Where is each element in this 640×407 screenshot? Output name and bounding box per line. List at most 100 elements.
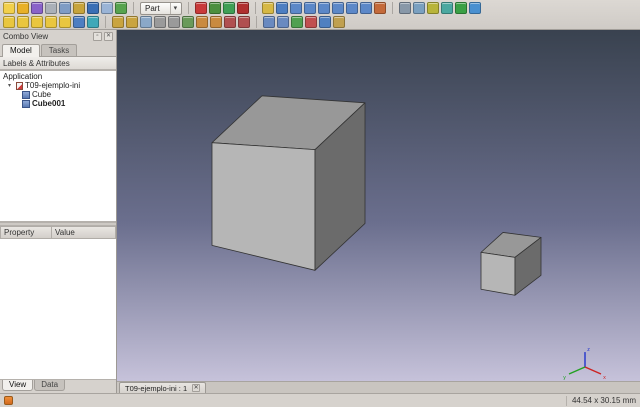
- document-icon: [16, 81, 23, 90]
- part-box-icon[interactable]: [3, 16, 15, 28]
- part-cone-icon[interactable]: [45, 16, 57, 28]
- scene-inspector-icon[interactable]: [441, 2, 454, 14]
- texture-icon[interactable]: [427, 2, 440, 14]
- copy-icon[interactable]: [59, 2, 71, 14]
- status-indicator-icon[interactable]: [4, 396, 13, 405]
- right-view-icon[interactable]: [318, 2, 331, 14]
- tree-column-header[interactable]: Labels & Attributes: [0, 57, 116, 70]
- document-area: x y z T09-ejemplo-ini : 1 ✕: [117, 30, 640, 393]
- toolbar-separator: [255, 2, 257, 14]
- measure-distance-icon[interactable]: [374, 2, 387, 14]
- cube-icon: [22, 99, 30, 108]
- toolbar-separator: [133, 2, 134, 14]
- dependency-graph-icon[interactable]: [455, 2, 468, 14]
- part-intersection-icon[interactable]: [333, 16, 345, 28]
- property-table-header: Property Value: [0, 226, 116, 239]
- part-revolve-icon[interactable]: [126, 16, 138, 28]
- part-offset-icon[interactable]: [263, 16, 275, 28]
- property-column-header[interactable]: Property: [0, 226, 52, 239]
- close-panel-icon[interactable]: ✕: [104, 32, 113, 41]
- expander-icon[interactable]: ▾: [8, 82, 14, 89]
- combo-view-tabs: Model Tasks: [0, 43, 116, 57]
- workbench-selector[interactable]: Part ▾: [140, 1, 183, 15]
- draw-style-icon[interactable]: [399, 2, 412, 14]
- part-cross-sections-icon[interactable]: [238, 16, 250, 28]
- part-section-icon[interactable]: [224, 16, 236, 28]
- workbench-selector-value: Part: [145, 3, 160, 13]
- macro-stop-icon[interactable]: [237, 2, 250, 14]
- paste-icon[interactable]: [73, 2, 85, 14]
- viewport-dimensions: 44.54 x 30.15 mm: [571, 396, 636, 405]
- axonometric-view-icon[interactable]: [276, 2, 289, 14]
- macro-toolbar: [195, 2, 250, 14]
- part-chamfer-icon[interactable]: [168, 16, 180, 28]
- part-sweep-icon[interactable]: [210, 16, 222, 28]
- value-column-header[interactable]: Value: [52, 226, 116, 239]
- left-view-icon[interactable]: [360, 2, 373, 14]
- save-icon[interactable]: [31, 2, 43, 14]
- part-tools-toolbar: [112, 16, 250, 28]
- new-document-icon[interactable]: [3, 2, 15, 14]
- part-shapebuilder-icon[interactable]: [87, 16, 99, 28]
- tab-view[interactable]: View: [2, 380, 34, 391]
- cube-large[interactable]: [211, 95, 366, 271]
- boolean-toolbar: [263, 16, 345, 28]
- document-tab[interactable]: T09-ejemplo-ini : 1 ✕: [119, 382, 207, 393]
- toolbar-separator: [256, 16, 257, 28]
- toolbar-row-2: [3, 15, 637, 29]
- tab-model[interactable]: Model: [2, 44, 40, 57]
- tree-item-application[interactable]: Application: [0, 72, 116, 81]
- cube-small-front-face[interactable]: [480, 251, 516, 296]
- float-panel-icon[interactable]: ▫: [93, 32, 102, 41]
- chevron-down-icon: ▾: [169, 2, 177, 14]
- tab-tasks[interactable]: Tasks: [40, 44, 78, 56]
- main-area: Combo View ▫ ✕ Model Tasks Labels & Attr…: [0, 30, 640, 393]
- front-view-icon[interactable]: [290, 2, 303, 14]
- top-view-icon[interactable]: [304, 2, 317, 14]
- undo-icon[interactable]: [87, 2, 99, 14]
- tree-item-document[interactable]: ▾ T09-ejemplo-ini: [0, 81, 116, 90]
- close-icon[interactable]: ✕: [192, 384, 201, 392]
- part-boolean-icon[interactable]: [291, 16, 303, 28]
- open-document-icon[interactable]: [17, 2, 29, 14]
- part-thickness-icon[interactable]: [277, 16, 289, 28]
- cube-icon: [22, 90, 30, 99]
- toolbar-separator: [392, 2, 394, 14]
- part-ruled-surface-icon[interactable]: [182, 16, 194, 28]
- redo-icon[interactable]: [101, 2, 113, 14]
- bottom-view-icon[interactable]: [346, 2, 359, 14]
- part-union-icon[interactable]: [319, 16, 331, 28]
- misc-toolbar: [399, 2, 482, 14]
- tree-item-label: Cube: [32, 90, 52, 99]
- part-torus-icon[interactable]: [59, 16, 71, 28]
- part-fillet-icon[interactable]: [154, 16, 166, 28]
- refresh-icon[interactable]: [115, 2, 127, 14]
- 3d-viewport[interactable]: x y z: [117, 30, 640, 381]
- document-tab-label: T09-ejemplo-ini : 1: [125, 383, 188, 393]
- toolbar-separator: [105, 16, 106, 28]
- macro-open-icon[interactable]: [209, 2, 222, 14]
- rear-view-icon[interactable]: [332, 2, 345, 14]
- part-primitives-toolbar: [3, 16, 99, 28]
- cut-icon[interactable]: [45, 2, 57, 14]
- part-primitives-icon[interactable]: [73, 16, 85, 28]
- part-cut-icon[interactable]: [305, 16, 317, 28]
- 3d-viewport-canvas[interactable]: x y z: [117, 30, 640, 381]
- macro-record-icon[interactable]: [195, 2, 208, 14]
- part-mirror-icon[interactable]: [140, 16, 152, 28]
- tree-item-label: T09-ejemplo-ini: [25, 81, 81, 90]
- axis-z-label: z: [587, 347, 590, 353]
- part-sphere-icon[interactable]: [31, 16, 43, 28]
- fit-all-icon[interactable]: [262, 2, 275, 14]
- clipping-plane-icon[interactable]: [413, 2, 426, 14]
- macro-execute-icon[interactable]: [223, 2, 236, 14]
- check-geometry-icon[interactable]: [469, 2, 482, 14]
- part-cylinder-icon[interactable]: [17, 16, 29, 28]
- axis-x-label: x: [603, 375, 606, 381]
- tree-item-cube[interactable]: Cube: [0, 90, 116, 99]
- tree-item-cube001[interactable]: Cube001: [0, 99, 116, 108]
- part-loft-icon[interactable]: [196, 16, 208, 28]
- tab-data[interactable]: Data: [34, 380, 66, 391]
- tree-item-label: Cube001: [32, 99, 66, 108]
- part-extrude-icon[interactable]: [112, 16, 124, 28]
